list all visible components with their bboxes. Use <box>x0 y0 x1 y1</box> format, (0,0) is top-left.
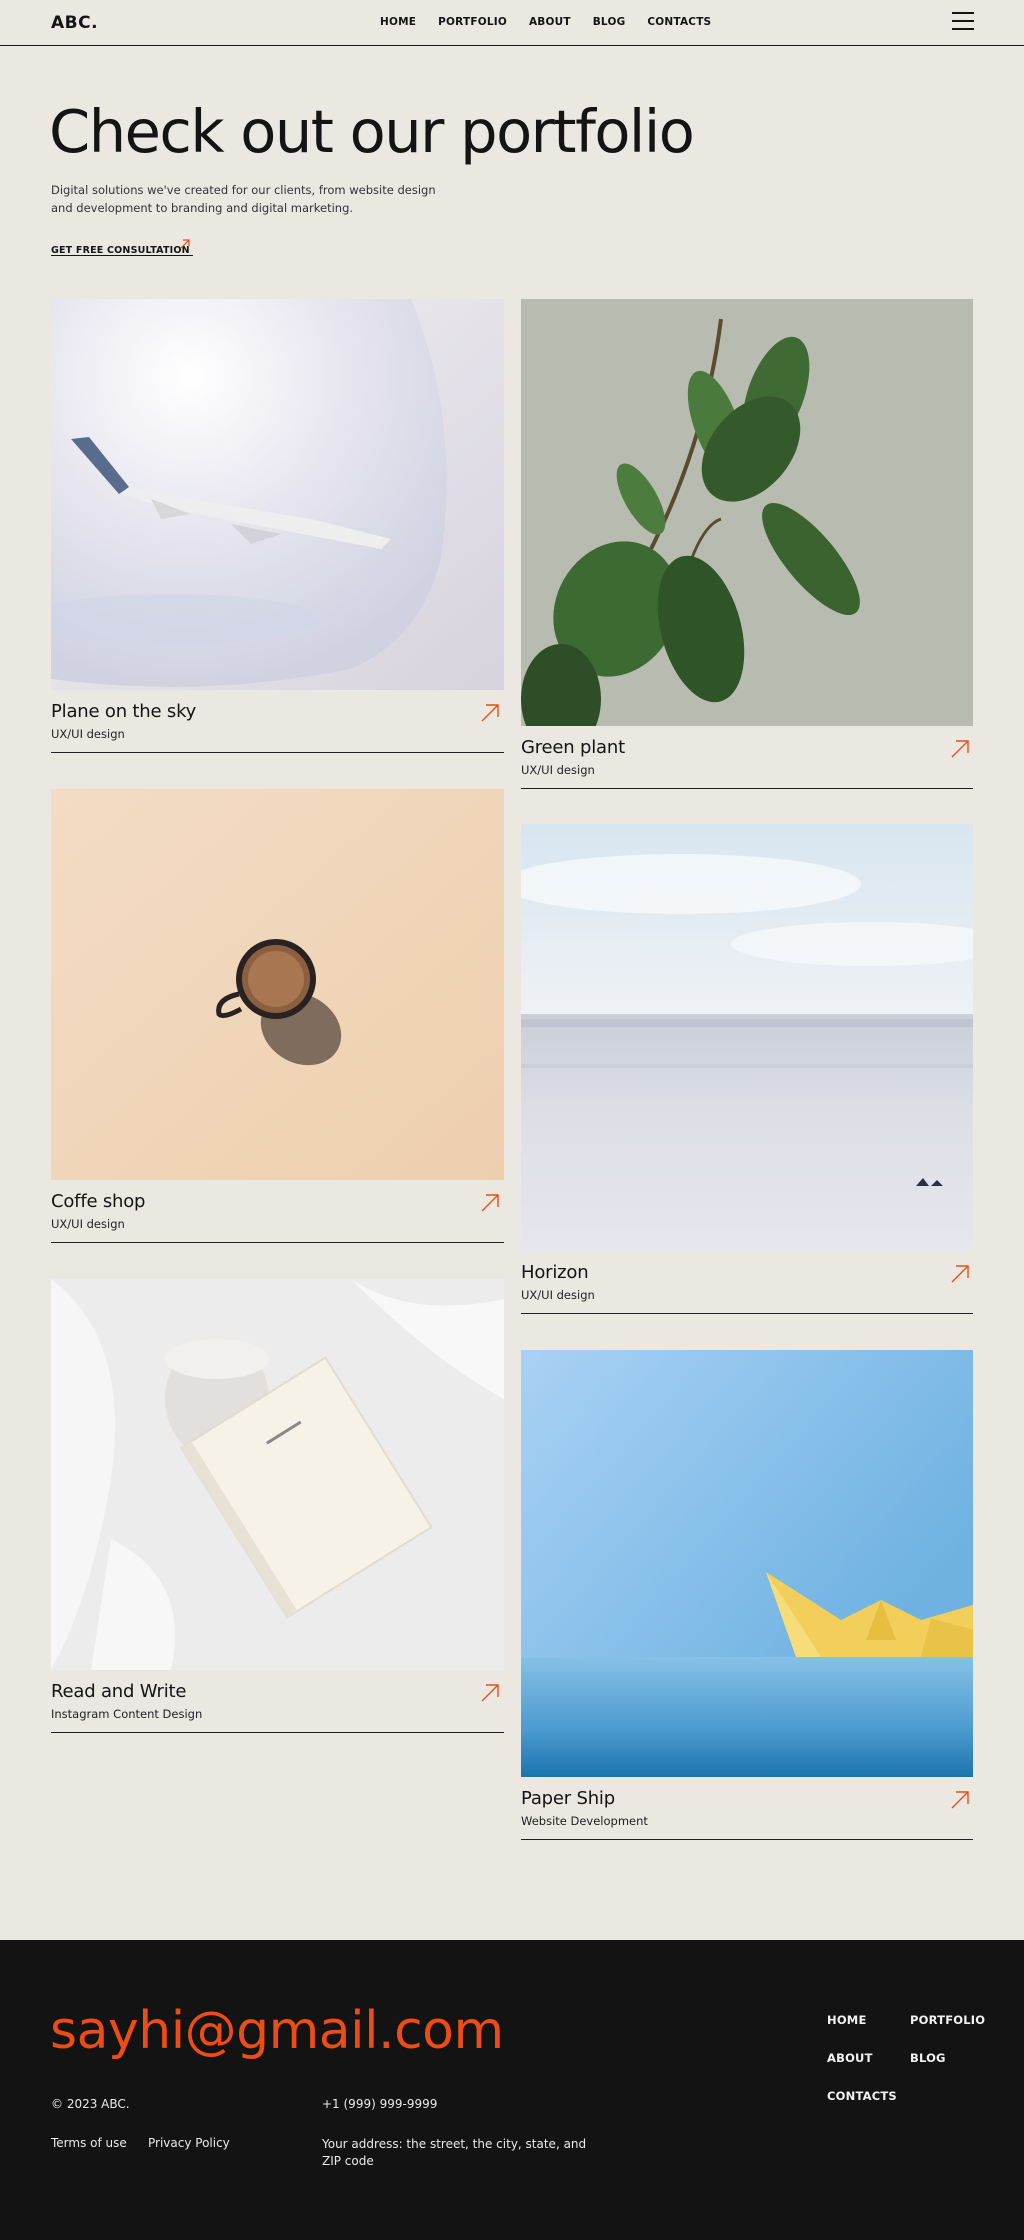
arrow-up-right-icon[interactable] <box>950 739 970 759</box>
consultation-label: GET FREE CONSULTATION <box>51 245 190 256</box>
divider <box>51 1242 504 1243</box>
site-footer: sayhi@gmail.com © 2023 ABC. Terms of use… <box>0 1940 1024 2240</box>
footer-nav-portfolio[interactable]: PORTFOLIO <box>910 2013 985 2027</box>
nav-portfolio[interactable]: PORTFOLIO <box>438 16 507 28</box>
terms-link[interactable]: Terms of use <box>51 2136 127 2150</box>
project-image-read-and-write <box>51 1279 504 1670</box>
project-image-paper-ship <box>521 1350 973 1777</box>
arrow-up-right-icon[interactable] <box>950 1790 970 1810</box>
footer-nav-blog[interactable]: BLOG <box>910 2051 946 2065</box>
site-header: ABC. HOME PORTFOLIO ABOUT BLOG CONTACTS <box>0 0 1024 46</box>
project-card-green-plant[interactable]: Green plant UX/UI design <box>521 299 973 789</box>
logo[interactable]: ABC. <box>51 13 98 33</box>
page-description: Digital solutions we've created for our … <box>51 183 436 215</box>
project-title: Paper Ship <box>521 1788 615 1809</box>
project-image-horizon <box>521 824 973 1251</box>
project-image-coffee-shop <box>51 789 504 1180</box>
privacy-link[interactable]: Privacy Policy <box>148 2136 230 2150</box>
project-card-read-and-write[interactable]: Read and Write Instagram Content Design <box>51 1279 504 1734</box>
project-card-horizon[interactable]: Horizon UX/UI design <box>521 824 973 1314</box>
project-category: UX/UI design <box>51 727 125 741</box>
consultation-link[interactable]: GET FREE CONSULTATION <box>51 238 193 256</box>
arrow-up-right-icon[interactable] <box>480 703 500 723</box>
nav-blog[interactable]: BLOG <box>593 16 626 28</box>
project-card-paper-ship[interactable]: Paper Ship Website Development <box>521 1350 973 1841</box>
footer-nav-home[interactable]: HOME <box>827 2013 867 2027</box>
project-card-coffee-shop[interactable]: Coffe shop UX/UI design <box>51 789 504 1244</box>
project-category: UX/UI design <box>521 1288 595 1302</box>
arrow-up-right-icon[interactable] <box>480 1193 500 1213</box>
address: Your address: the street, the city, stat… <box>322 2137 587 2168</box>
divider <box>521 1839 973 1840</box>
project-image-green-plant <box>521 299 973 726</box>
project-title: Green plant <box>521 737 625 758</box>
project-image-plane <box>51 299 504 690</box>
contact-email[interactable]: sayhi@gmail.com <box>50 2001 504 2061</box>
menu-icon[interactable] <box>952 12 974 31</box>
project-category: Instagram Content Design <box>51 1707 203 1721</box>
project-title: Read and Write <box>51 1681 187 1702</box>
nav-about[interactable]: ABOUT <box>529 16 571 28</box>
project-title: Plane on the sky <box>51 701 197 722</box>
arrow-up-right-icon[interactable] <box>950 1264 970 1284</box>
page-title: Check out our portfolio <box>49 97 695 166</box>
nav-contacts[interactable]: CONTACTS <box>647 16 711 28</box>
footer-nav-contacts[interactable]: CONTACTS <box>827 2089 897 2103</box>
project-category: UX/UI design <box>51 1217 125 1231</box>
phone-number[interactable]: +1 (999) 999-9999 <box>322 2097 437 2111</box>
divider <box>521 1313 973 1314</box>
main-nav: HOME PORTFOLIO ABOUT BLOG CONTACTS <box>380 16 733 28</box>
footer-nav-about[interactable]: ABOUT <box>827 2051 873 2065</box>
project-category: UX/UI design <box>521 763 595 777</box>
divider <box>521 788 973 789</box>
copyright: © 2023 ABC. <box>51 2097 130 2111</box>
nav-home[interactable]: HOME <box>380 16 416 28</box>
project-card-plane[interactable]: Plane on the sky UX/UI design <box>51 299 504 754</box>
project-title: Horizon <box>521 1262 589 1283</box>
divider <box>51 1732 504 1733</box>
arrow-up-right-icon[interactable] <box>480 1683 500 1703</box>
project-category: Website Development <box>521 1814 648 1828</box>
project-title: Coffe shop <box>51 1191 146 1212</box>
arrow-up-right-icon <box>180 239 190 249</box>
divider <box>51 752 504 753</box>
